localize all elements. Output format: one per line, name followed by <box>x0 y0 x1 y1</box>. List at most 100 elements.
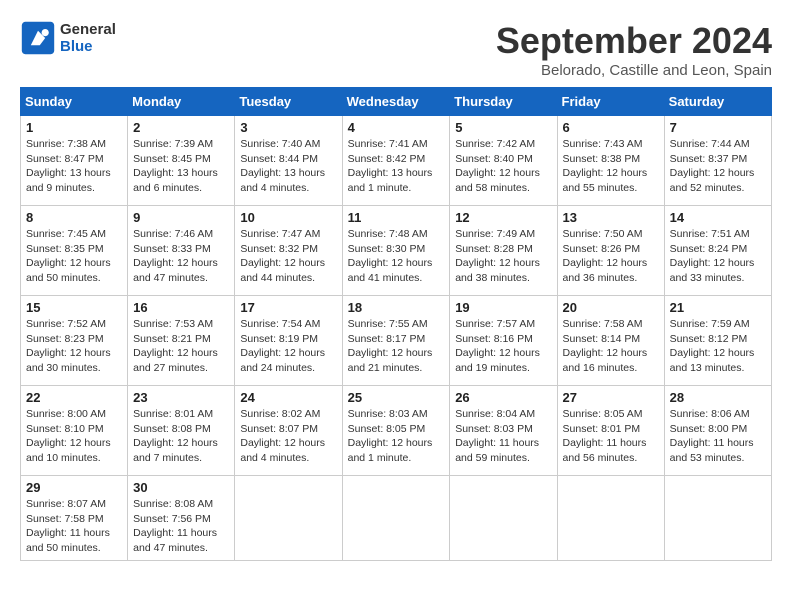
calendar-cell: 13Sunrise: 7:50 AM Sunset: 8:26 PM Dayli… <box>557 206 664 296</box>
week-row-3: 15 Sunrise: 7:52 AM Sunset: 8:23 PM Dayli… <box>21 296 772 386</box>
day-info: Sunrise: 7:47 AM Sunset: 8:32 PM Dayligh… <box>240 227 336 286</box>
day-number: 29 <box>26 480 122 495</box>
day-header-tuesday: Tuesday <box>235 88 342 116</box>
day-info: Sunrise: 8:03 AM Sunset: 8:05 PM Dayligh… <box>348 407 445 466</box>
day-info: Sunrise: 7:44 AM Sunset: 8:37 PM Dayligh… <box>670 137 766 196</box>
location-subtitle: Belorado, Castille and Leon, Spain <box>496 62 772 79</box>
calendar-cell: 7 Sunrise: 7:44 AM Sunset: 8:37 PM Daylig… <box>664 116 771 206</box>
day-number: 28 <box>670 390 766 405</box>
day-info: Sunrise: 8:06 AM Sunset: 8:00 PM Dayligh… <box>670 407 766 466</box>
day-number: 5 <box>455 120 551 135</box>
day-header-friday: Friday <box>557 88 664 116</box>
day-number: 16 <box>133 300 229 315</box>
calendar-cell: 12 Sunrise: 7:49 AM Sunset: 8:28 PM Dayli… <box>450 206 557 296</box>
day-number: 30 <box>133 480 229 495</box>
day-info: Sunrise: 8:00 AM Sunset: 8:10 PM Dayligh… <box>26 407 122 466</box>
calendar-cell: 17 Sunrise: 7:54 AM Sunset: 8:19 PM Dayli… <box>235 296 342 386</box>
calendar-cell: 1Sunrise: 7:38 AM Sunset: 8:47 PM Daylig… <box>21 116 128 206</box>
calendar-cell <box>557 476 664 561</box>
day-number: 17 <box>240 300 336 315</box>
day-info: Sunrise: 7:48 AM Sunset: 8:30 PM Dayligh… <box>348 227 445 286</box>
calendar-cell: 6 Sunrise: 7:43 AM Sunset: 8:38 PM Daylig… <box>557 116 664 206</box>
week-row-1: 1Sunrise: 7:38 AM Sunset: 8:47 PM Daylig… <box>21 116 772 206</box>
calendar-cell: 26Sunrise: 8:04 AM Sunset: 8:03 PM Dayli… <box>450 386 557 476</box>
day-info: Sunrise: 7:40 AM Sunset: 8:44 PM Dayligh… <box>240 137 336 196</box>
day-number: 19 <box>455 300 551 315</box>
header: General Blue September 2024 Belorado, Ca… <box>20 20 772 79</box>
day-number: 8 <box>26 210 122 225</box>
day-info: Sunrise: 7:52 AM Sunset: 8:23 PM Dayligh… <box>26 317 122 376</box>
calendar-cell: 27Sunrise: 8:05 AM Sunset: 8:01 PM Dayli… <box>557 386 664 476</box>
day-number: 7 <box>670 120 766 135</box>
calendar-cell: 5 Sunrise: 7:42 AM Sunset: 8:40 PM Daylig… <box>450 116 557 206</box>
calendar-cell: 9 Sunrise: 7:46 AM Sunset: 8:33 PM Daylig… <box>128 206 235 296</box>
calendar-cell: 24 Sunrise: 8:02 AM Sunset: 8:07 PM Dayli… <box>235 386 342 476</box>
calendar-cell <box>450 476 557 561</box>
day-number: 14 <box>670 210 766 225</box>
day-info: Sunrise: 7:49 AM Sunset: 8:28 PM Dayligh… <box>455 227 551 286</box>
day-info: Sunrise: 7:53 AM Sunset: 8:21 PM Dayligh… <box>133 317 229 376</box>
day-number: 2 <box>133 120 229 135</box>
day-number: 24 <box>240 390 336 405</box>
day-info: Sunrise: 7:39 AM Sunset: 8:45 PM Dayligh… <box>133 137 229 196</box>
calendar-cell: 30 Sunrise: 8:08 AM Sunset: 7:56 PM Dayli… <box>128 476 235 561</box>
calendar-cell: 16 Sunrise: 7:53 AM Sunset: 8:21 PM Dayli… <box>128 296 235 386</box>
day-info: Sunrise: 7:58 AM Sunset: 8:14 PM Dayligh… <box>563 317 659 376</box>
day-info: Sunrise: 8:02 AM Sunset: 8:07 PM Dayligh… <box>240 407 336 466</box>
day-number: 12 <box>455 210 551 225</box>
calendar-cell: 18 Sunrise: 7:55 AM Sunset: 8:17 PM Dayli… <box>342 296 450 386</box>
day-number: 6 <box>563 120 659 135</box>
day-info: Sunrise: 7:42 AM Sunset: 8:40 PM Dayligh… <box>455 137 551 196</box>
calendar-cell: 4 Sunrise: 7:41 AM Sunset: 8:42 PM Daylig… <box>342 116 450 206</box>
calendar-cell: 8 Sunrise: 7:45 AM Sunset: 8:35 PM Daylig… <box>21 206 128 296</box>
calendar-cell: 20Sunrise: 7:58 AM Sunset: 8:14 PM Dayli… <box>557 296 664 386</box>
day-info: Sunrise: 7:43 AM Sunset: 8:38 PM Dayligh… <box>563 137 659 196</box>
day-number: 26 <box>455 390 551 405</box>
day-header-saturday: Saturday <box>664 88 771 116</box>
day-number: 4 <box>348 120 445 135</box>
day-header-row: SundayMondayTuesdayWednesdayThursdayFrid… <box>21 88 772 116</box>
page-container: General Blue September 2024 Belorado, Ca… <box>20 20 772 561</box>
calendar-table: SundayMondayTuesdayWednesdayThursdayFrid… <box>20 87 772 561</box>
day-number: 11 <box>348 210 445 225</box>
calendar-cell: 14 Sunrise: 7:51 AM Sunset: 8:24 PM Dayli… <box>664 206 771 296</box>
calendar-cell: 25 Sunrise: 8:03 AM Sunset: 8:05 PM Dayli… <box>342 386 450 476</box>
day-info: Sunrise: 7:59 AM Sunset: 8:12 PM Dayligh… <box>670 317 766 376</box>
day-number: 15 <box>26 300 122 315</box>
calendar-cell: 15 Sunrise: 7:52 AM Sunset: 8:23 PM Dayli… <box>21 296 128 386</box>
day-header-thursday: Thursday <box>450 88 557 116</box>
day-info: Sunrise: 7:38 AM Sunset: 8:47 PM Dayligh… <box>26 137 122 196</box>
calendar-cell: 22Sunrise: 8:00 AM Sunset: 8:10 PM Dayli… <box>21 386 128 476</box>
calendar-cell: 11 Sunrise: 7:48 AM Sunset: 8:30 PM Dayli… <box>342 206 450 296</box>
day-header-wednesday: Wednesday <box>342 88 450 116</box>
calendar-cell: 29Sunrise: 8:07 AM Sunset: 7:58 PM Dayli… <box>21 476 128 561</box>
day-number: 10 <box>240 210 336 225</box>
calendar-cell: 2 Sunrise: 7:39 AM Sunset: 8:45 PM Daylig… <box>128 116 235 206</box>
day-info: Sunrise: 7:45 AM Sunset: 8:35 PM Dayligh… <box>26 227 122 286</box>
calendar-cell: 10 Sunrise: 7:47 AM Sunset: 8:32 PM Dayli… <box>235 206 342 296</box>
day-info: Sunrise: 8:01 AM Sunset: 8:08 PM Dayligh… <box>133 407 229 466</box>
day-number: 27 <box>563 390 659 405</box>
day-info: Sunrise: 7:46 AM Sunset: 8:33 PM Dayligh… <box>133 227 229 286</box>
day-info: Sunrise: 7:54 AM Sunset: 8:19 PM Dayligh… <box>240 317 336 376</box>
calendar-cell: 28 Sunrise: 8:06 AM Sunset: 8:00 PM Dayli… <box>664 386 771 476</box>
logo-text: General Blue <box>60 21 116 55</box>
calendar-cell: 21Sunrise: 7:59 AM Sunset: 8:12 PM Dayli… <box>664 296 771 386</box>
calendar-cell: 23 Sunrise: 8:01 AM Sunset: 8:08 PM Dayli… <box>128 386 235 476</box>
day-number: 25 <box>348 390 445 405</box>
day-number: 13 <box>563 210 659 225</box>
logo: General Blue <box>20 20 116 56</box>
day-info: Sunrise: 7:55 AM Sunset: 8:17 PM Dayligh… <box>348 317 445 376</box>
calendar-cell <box>235 476 342 561</box>
title-block: September 2024 Belorado, Castille and Le… <box>496 20 772 79</box>
day-info: Sunrise: 7:41 AM Sunset: 8:42 PM Dayligh… <box>348 137 445 196</box>
day-header-monday: Monday <box>128 88 235 116</box>
logo-icon <box>20 20 56 56</box>
day-info: Sunrise: 7:51 AM Sunset: 8:24 PM Dayligh… <box>670 227 766 286</box>
day-number: 9 <box>133 210 229 225</box>
day-number: 18 <box>348 300 445 315</box>
day-number: 3 <box>240 120 336 135</box>
day-info: Sunrise: 8:08 AM Sunset: 7:56 PM Dayligh… <box>133 497 229 556</box>
day-number: 23 <box>133 390 229 405</box>
week-row-4: 22Sunrise: 8:00 AM Sunset: 8:10 PM Dayli… <box>21 386 772 476</box>
